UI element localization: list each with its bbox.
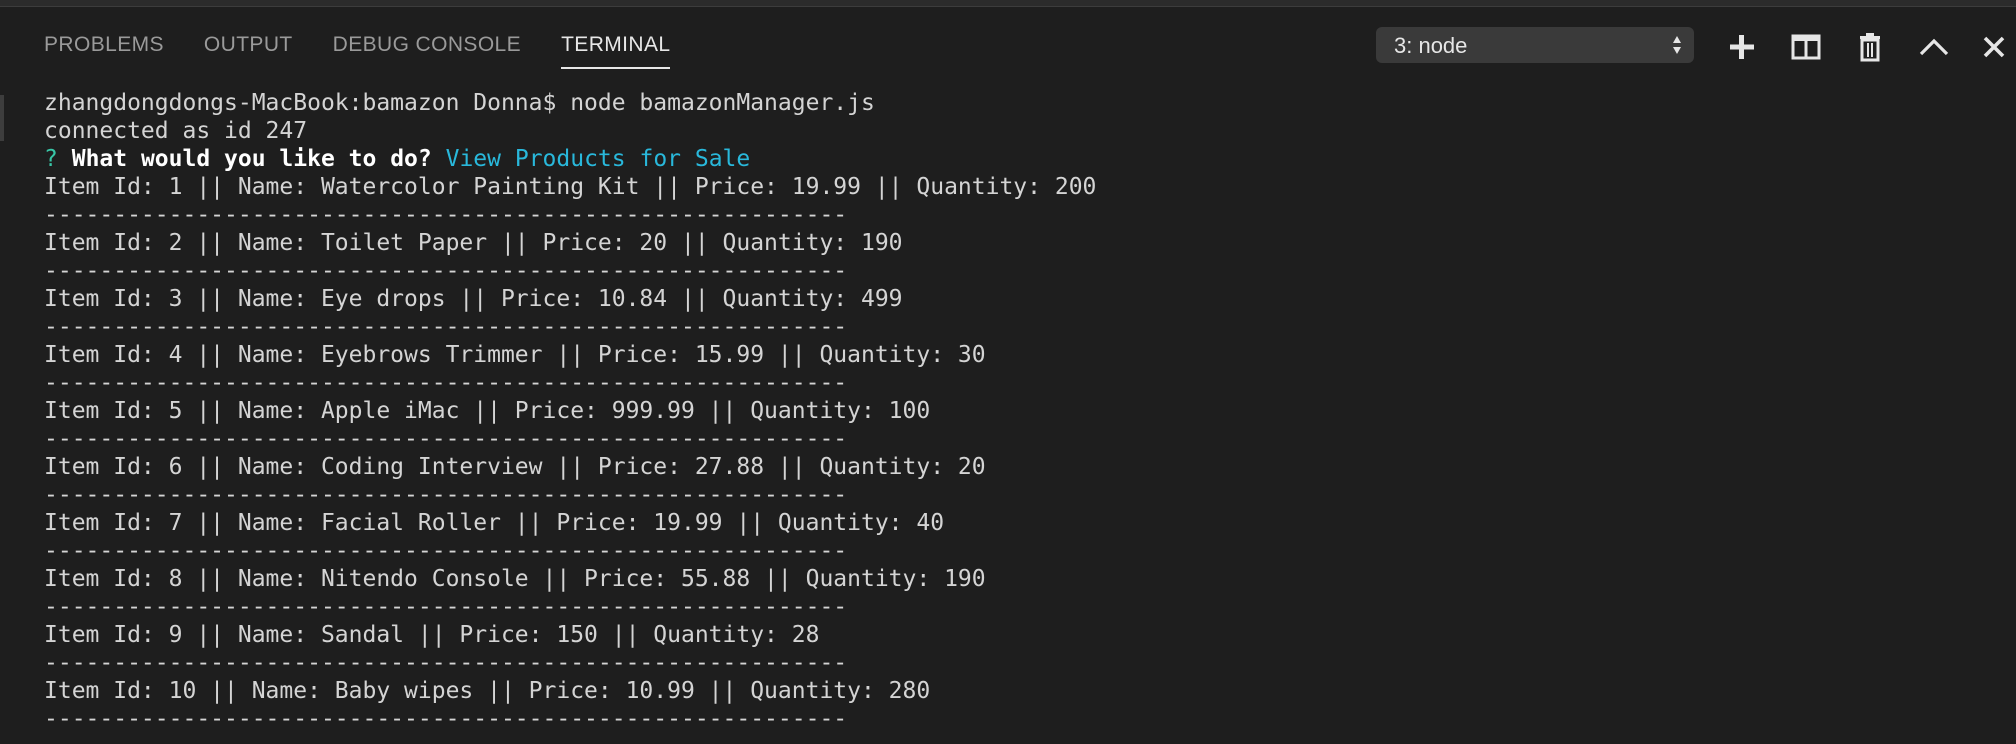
product-line: Item Id: 9 || Name: Sandal || Price: 150… xyxy=(44,622,820,648)
question-text: What would you like to do? xyxy=(71,146,432,172)
panel-tabs: PROBLEMS OUTPUT DEBUG CONSOLE TERMINAL xyxy=(44,33,710,69)
terminal-question-line: ? What would you like to do? View Produc… xyxy=(44,145,2004,173)
separator-line: ----------------------------------------… xyxy=(44,482,848,508)
separator-line: ----------------------------------------… xyxy=(44,706,848,732)
kill-terminal-button[interactable] xyxy=(1852,29,1888,65)
separator-line: ----------------------------------------… xyxy=(44,594,848,620)
product-line: Item Id: 3 || Name: Eye drops || Price: … xyxy=(44,286,903,312)
product-line: Item Id: 10 || Name: Baby wipes || Price… xyxy=(44,678,931,704)
close-panel-button[interactable] xyxy=(1976,29,2012,65)
tab-output[interactable]: OUTPUT xyxy=(204,33,293,69)
select-arrows-icon xyxy=(1673,36,1681,54)
product-line: Item Id: 5 || Name: Apple iMac || Price:… xyxy=(44,398,931,424)
terminal-select-value: 3: node xyxy=(1394,33,1468,58)
product-line: Item Id: 7 || Name: Facial Roller || Pri… xyxy=(44,510,945,536)
separator-line: ----------------------------------------… xyxy=(44,202,848,228)
separator-line: ----------------------------------------… xyxy=(44,650,848,676)
panel-top-border xyxy=(0,0,2016,7)
separator-line: ----------------------------------------… xyxy=(44,538,848,564)
product-line: Item Id: 8 || Name: Nitendo Console || P… xyxy=(44,566,986,592)
maximize-panel-button[interactable] xyxy=(1916,29,1952,65)
tab-terminal[interactable]: TERMINAL xyxy=(561,33,671,69)
split-icon xyxy=(1791,34,1821,60)
separator-line: ----------------------------------------… xyxy=(44,258,848,284)
product-line: Item Id: 2 || Name: Toilet Paper || Pric… xyxy=(44,230,903,256)
trash-icon xyxy=(1860,33,1880,62)
product-line: Item Id: 6 || Name: Coding Interview || … xyxy=(44,454,986,480)
panel-actions xyxy=(1720,29,2010,65)
separator-line: ----------------------------------------… xyxy=(44,314,848,340)
question-mark: ? xyxy=(44,146,58,172)
terminal-output[interactable]: zhangdongdongs-MacBook:bamazon Donna$ no… xyxy=(0,81,2016,744)
separator-line: ----------------------------------------… xyxy=(44,426,848,452)
terminal-lines: zhangdongdongs-MacBook:bamazon Donna$ no… xyxy=(44,89,2004,733)
product-line: Item Id: 4 || Name: Eyebrows Trimmer || … xyxy=(44,342,986,368)
tab-debug-console[interactable]: DEBUG CONSOLE xyxy=(333,33,521,69)
terminal-select[interactable]: 3: node xyxy=(1376,27,1694,63)
question-answer: View Products for Sale xyxy=(445,146,751,172)
plus-icon xyxy=(1730,35,1754,59)
chevron-up-icon xyxy=(1919,38,1949,56)
terminal-connected-line: connected as id 247 xyxy=(44,118,308,144)
terminal-gutter-marker xyxy=(0,95,4,141)
split-terminal-button[interactable] xyxy=(1788,29,1824,65)
terminal-prompt-line: zhangdongdongs-MacBook:bamazon Donna$ no… xyxy=(44,90,875,116)
new-terminal-button[interactable] xyxy=(1724,29,1760,65)
panel-header: PROBLEMS OUTPUT DEBUG CONSOLE TERMINAL 3… xyxy=(0,7,2016,81)
product-line: Item Id: 1 || Name: Watercolor Painting … xyxy=(44,174,1097,200)
tab-problems[interactable]: PROBLEMS xyxy=(44,33,164,69)
separator-line: ----------------------------------------… xyxy=(44,370,848,396)
close-icon xyxy=(1983,36,2005,58)
